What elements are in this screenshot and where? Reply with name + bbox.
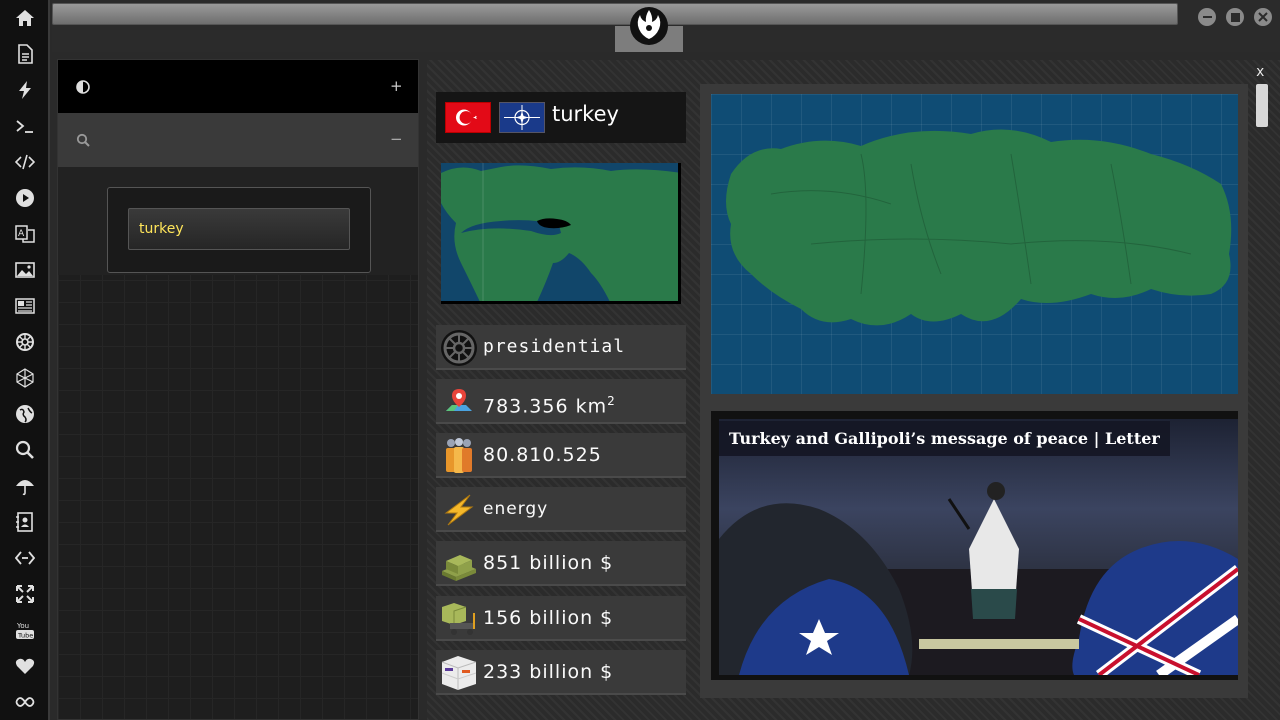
svg-text:Tube: Tube	[17, 632, 33, 640]
country-name: turkey	[552, 102, 619, 126]
add-button[interactable]: +	[390, 77, 403, 95]
play-icon[interactable]	[13, 186, 37, 210]
map-pin-icon	[440, 383, 478, 421]
image-icon[interactable]	[13, 258, 37, 282]
search-card	[107, 187, 371, 273]
area-row: 783.356 km2	[436, 379, 686, 424]
close-icon	[1258, 12, 1268, 22]
search-icon[interactable]	[76, 133, 90, 147]
imports-row: 156 billion $	[436, 596, 686, 641]
search-input[interactable]	[128, 208, 350, 250]
population-row: 80.810.525	[436, 433, 686, 478]
left-sidebar: A You Tube	[0, 0, 50, 720]
shipping-boxes-icon	[440, 654, 478, 692]
contrast-icon[interactable]	[76, 80, 90, 94]
address-bar[interactable]	[52, 3, 1178, 25]
government-type: presidential	[483, 336, 626, 357]
cargo-cart-icon	[440, 600, 478, 638]
area-value: 783.356 km2	[483, 394, 616, 418]
empire-icon[interactable]	[13, 330, 37, 354]
terminal-icon[interactable]	[13, 114, 37, 138]
left-panel: + −	[57, 59, 419, 720]
close-window-button[interactable]	[1254, 8, 1272, 26]
heart-icon[interactable]	[13, 654, 37, 678]
gdp-row: 851 billion $	[436, 541, 686, 586]
population-icon	[440, 437, 478, 475]
infinity-icon[interactable]	[13, 690, 37, 714]
news-card[interactable]: Turkey and Gallipoli’s message of peace …	[711, 411, 1238, 680]
rebel-logo-icon	[630, 7, 668, 45]
area-unit-exponent: 2	[607, 394, 616, 408]
energy-bolt-icon	[440, 491, 478, 529]
maximize-button[interactable]	[1226, 8, 1244, 26]
umbrella-icon[interactable]	[13, 474, 37, 498]
lightning-icon[interactable]	[13, 78, 37, 102]
imports-value: 156 billion $	[483, 607, 614, 629]
country-map	[711, 94, 1238, 394]
polyhedron-icon[interactable]	[13, 366, 37, 390]
code-icon[interactable]	[13, 150, 37, 174]
search-row: −	[58, 113, 418, 167]
contacts-icon[interactable]	[13, 510, 37, 534]
home-icon[interactable]	[13, 6, 37, 30]
link-icon[interactable]	[13, 546, 37, 570]
panel-header: +	[58, 60, 418, 113]
svg-text:You: You	[16, 622, 29, 630]
world-mini-map	[441, 163, 681, 304]
minimize-button[interactable]	[1198, 8, 1216, 26]
close-panel-button[interactable]: x	[1256, 64, 1264, 80]
svg-text:A: A	[18, 229, 25, 239]
expand-icon[interactable]	[13, 582, 37, 606]
money-stack-icon	[440, 545, 478, 583]
exports-row: 233 billion $	[436, 650, 686, 695]
document-icon[interactable]	[13, 42, 37, 66]
search-icon[interactable]	[13, 438, 37, 462]
youtube-icon[interactable]: You Tube	[13, 618, 37, 642]
population-value: 80.810.525	[483, 444, 602, 466]
globe-icon[interactable]	[13, 402, 37, 426]
nato-flag-icon	[499, 102, 545, 133]
translate-icon[interactable]: A	[13, 222, 37, 246]
news-photo	[719, 419, 1238, 675]
empire-emblem-icon	[440, 329, 478, 367]
turkey-flag-icon	[445, 102, 491, 133]
collapse-button[interactable]: −	[390, 130, 403, 148]
scrollbar[interactable]	[1256, 84, 1268, 127]
sector-row: energy	[436, 487, 686, 532]
government-row: presidential	[436, 325, 686, 370]
news-headline[interactable]: Turkey and Gallipoli’s message of peace …	[719, 421, 1170, 456]
exports-value: 233 billion $	[483, 661, 614, 683]
sector-value: energy	[483, 499, 549, 519]
gdp-value: 851 billion $	[483, 552, 614, 574]
newspaper-icon[interactable]	[13, 294, 37, 318]
